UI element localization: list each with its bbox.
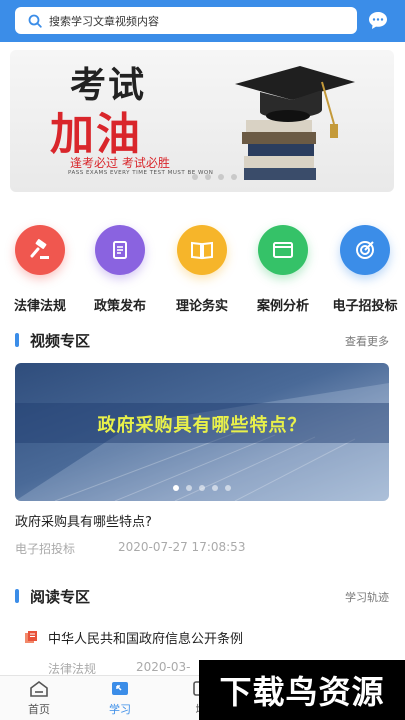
- video-banner-title: 政府采购具有哪些特点？: [97, 415, 307, 436]
- article-icon: [25, 631, 37, 643]
- app-screen: 搜索学习文章视频内容 考试 加油 逢考必过 考试必胜 PASS EXAMS EV…: [0, 0, 405, 720]
- category-bidding[interactable]: 电子招投标: [325, 225, 405, 320]
- reading-section-header: 阅读专区 学习轨迹: [0, 584, 405, 608]
- category-grid: 法律法规 政策发布 理论务实 案例分析 电子招投标: [0, 225, 405, 320]
- pager-dot[interactable]: [186, 485, 192, 491]
- banner-pager: [192, 174, 237, 180]
- view-more-link[interactable]: 查看更多: [345, 333, 389, 349]
- category-policy[interactable]: 政策发布: [80, 225, 160, 320]
- category-label: 电子招投标: [332, 299, 398, 314]
- category-label: 理论务实: [175, 299, 228, 314]
- section-marker: [15, 333, 19, 347]
- target-icon: [340, 225, 390, 275]
- tab-study[interactable]: 学习: [85, 676, 155, 720]
- message-icon[interactable]: [367, 10, 389, 32]
- video-timestamp: 2020-07-27 17:08:53: [118, 540, 246, 554]
- folder-icon: [258, 225, 308, 275]
- search-box[interactable]: 搜索学习文章视频内容: [15, 7, 357, 34]
- category-label: 法律法规: [13, 299, 66, 314]
- article-timestamp: 2020-03-: [136, 660, 191, 674]
- video-pager: [173, 485, 231, 491]
- pager-dot[interactable]: [225, 485, 231, 491]
- study-icon: [112, 682, 128, 695]
- study-track-link[interactable]: 学习轨迹: [345, 589, 389, 605]
- banner-slogan: 逢考必过 考试必胜: [70, 156, 170, 170]
- document-icon: [95, 225, 145, 275]
- category-theory[interactable]: 理论务实: [162, 225, 242, 320]
- promo-banner[interactable]: 考试 加油 逢考必过 考试必胜 PASS EXAMS EVERY TIME TE…: [10, 50, 394, 192]
- banner-headline-red: 加油: [50, 109, 142, 160]
- tab-home[interactable]: 首页: [4, 676, 74, 720]
- top-bar: 搜索学习文章视频内容: [0, 0, 405, 42]
- article-title[interactable]: 中华人民共和国政府信息公开条例: [48, 628, 243, 647]
- tab-label: 学习: [109, 703, 131, 716]
- tab-label: 首页: [28, 703, 50, 716]
- video-caption[interactable]: 政府采购具有哪些特点?: [15, 511, 152, 530]
- video-source: 电子招投标: [15, 542, 76, 556]
- pager-dot[interactable]: [192, 174, 198, 180]
- book-icon: [177, 225, 227, 275]
- video-card[interactable]: 政府采购具有哪些特点？: [15, 363, 389, 501]
- home-icon: [30, 681, 48, 697]
- category-case[interactable]: 案例分析: [243, 225, 323, 320]
- gavel-icon: [15, 225, 65, 275]
- category-label: 案例分析: [256, 299, 309, 314]
- watermark-text: 下载鸟资源: [219, 673, 385, 711]
- category-label: 政策发布: [93, 299, 146, 314]
- section-title: 阅读专区: [30, 588, 91, 606]
- pager-dot[interactable]: [173, 485, 179, 491]
- graduation-cap-icon: [235, 66, 355, 180]
- pager-dot[interactable]: [199, 485, 205, 491]
- pager-dot[interactable]: [205, 174, 211, 180]
- pager-dot[interactable]: [231, 174, 237, 180]
- section-title: 视频专区: [30, 332, 91, 350]
- section-marker: [15, 589, 19, 603]
- search-icon: [21, 7, 49, 34]
- watermark-overlay: 下载鸟资源: [199, 660, 405, 720]
- video-section-header: 视频专区 查看更多: [0, 328, 405, 352]
- pager-dot[interactable]: [212, 485, 218, 491]
- search-placeholder: 搜索学习文章视频内容: [49, 14, 159, 28]
- pager-dot[interactable]: [218, 174, 224, 180]
- category-law[interactable]: 法律法规: [0, 225, 80, 320]
